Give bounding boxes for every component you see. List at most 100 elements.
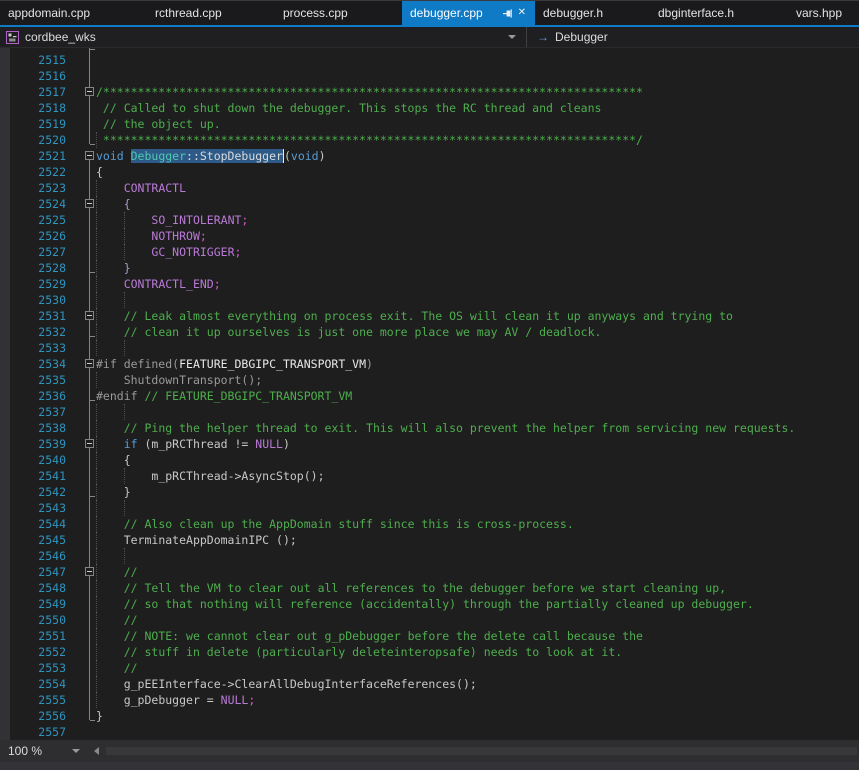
code-text[interactable]: #if defined(FEATURE_DBGIPC_TRANSPORT_VM) [96,356,373,372]
code-text[interactable]: // clean it up ourselves is just one mor… [96,324,601,340]
line-number[interactable]: 2547 [0,564,66,580]
code-text[interactable]: void Debugger::StopDebugger(void) [96,148,326,164]
code-text[interactable]: { [96,164,103,180]
fold-collapse-box[interactable] [85,567,94,576]
code-text[interactable] [96,292,131,308]
code-text[interactable]: SO_INTOLERANT; [96,212,248,228]
code-text[interactable]: // NOTE: we cannot clear out g_pDebugger… [96,628,643,644]
line-number[interactable]: 2552 [0,644,66,660]
line-number[interactable]: 2557 [0,724,66,740]
line-number[interactable]: 2541 [0,468,66,484]
line-number[interactable]: 2527 [0,244,66,260]
code-text[interactable]: if (m_pRCThread != NULL) [96,436,290,452]
fold-collapse-box[interactable] [85,199,94,208]
line-number[interactable]: 2542 [0,484,66,500]
code-text[interactable] [96,500,131,516]
code-text[interactable] [96,404,131,420]
code-text[interactable]: // [96,564,138,580]
code-text[interactable]: // Leak almost everything on process exi… [96,308,733,324]
line-number[interactable]: 2517 [0,84,66,100]
code-text[interactable]: GC_NOTRIGGER; [96,244,241,260]
line-number[interactable]: 2539 [0,436,66,452]
code-editor[interactable]: 251525162517 /***************************… [0,48,859,740]
tab-dbginterface-h[interactable]: dbginterface.h [650,1,788,25]
code-text[interactable]: // Also clean up the AppDomain stuff sin… [96,516,574,532]
code-text[interactable]: // [96,612,138,628]
code-text[interactable]: /***************************************… [96,84,643,100]
line-number[interactable]: 2546 [0,548,66,564]
line-number[interactable]: 2553 [0,660,66,676]
code-text[interactable]: // so that nothing will reference (accid… [96,596,754,612]
line-number[interactable]: 2515 [0,52,66,68]
horizontal-scrollbar[interactable] [88,740,859,762]
tab-debugger-cpp[interactable]: debugger.cpp ✕ [402,1,535,25]
code-text[interactable]: } [96,484,131,500]
code-text[interactable]: { [96,196,131,212]
line-number[interactable]: 2528 [0,260,66,276]
code-text[interactable] [96,548,131,564]
code-text[interactable]: CONTRACTL [96,180,186,196]
code-text[interactable]: // Ping the helper thread to exit. This … [96,420,795,436]
fold-collapse-box[interactable] [85,439,94,448]
line-number[interactable]: 2534 [0,356,66,372]
line-number[interactable]: 2532 [0,324,66,340]
pin-icon[interactable] [502,8,513,19]
line-number[interactable]: 2516 [0,68,66,84]
line-number[interactable]: 2550 [0,612,66,628]
line-number[interactable]: 2535 [0,372,66,388]
close-icon[interactable]: ✕ [518,8,526,18]
line-number[interactable]: 2531 [0,308,66,324]
project-dropdown[interactable]: cordbee_wks [0,27,527,47]
tab-vars-hpp[interactable]: vars.hpp [788,1,859,25]
fold-collapse-box[interactable] [85,359,94,368]
code-text[interactable]: ShutdownTransport(); [96,372,262,388]
code-text[interactable]: // [96,660,138,676]
scrollbar-thumb[interactable] [106,747,857,755]
code-text[interactable]: CONTRACTL_END; [96,276,221,292]
code-text[interactable]: ****************************************… [96,132,643,148]
line-number[interactable]: 2518 [0,100,66,116]
code-text[interactable]: m_pRCThread->AsyncStop(); [96,468,325,484]
code-text[interactable]: // Tell the VM to clear out all referenc… [96,580,726,596]
code-text[interactable]: // stuff in delete (particularly deletei… [96,644,622,660]
line-number[interactable]: 2549 [0,596,66,612]
line-number[interactable]: 2554 [0,676,66,692]
scope-dropdown[interactable]: → Debugger [527,27,859,47]
tab-debugger-h[interactable]: debugger.h [535,1,650,25]
code-text[interactable]: { [96,452,131,468]
line-number[interactable]: 2523 [0,180,66,196]
line-number[interactable]: 2526 [0,228,66,244]
line-number[interactable]: 2529 [0,276,66,292]
line-number[interactable]: 2556 [0,708,66,724]
line-number[interactable]: 2524 [0,196,66,212]
line-number[interactable]: 2545 [0,532,66,548]
code-text[interactable]: } [96,708,103,724]
line-number[interactable]: 2533 [0,340,66,356]
code-text[interactable]: // Called to shut down the debugger. Thi… [96,100,601,116]
line-number[interactable]: 2538 [0,420,66,436]
line-number[interactable]: 2540 [0,452,66,468]
code-text[interactable]: g_pEEInterface->ClearAllDebugInterfaceRe… [96,676,477,692]
code-text[interactable]: NOTHROW; [96,228,207,244]
line-number[interactable]: 2548 [0,580,66,596]
zoom-level-combo[interactable]: 100 % [0,740,88,762]
line-number[interactable]: 2520 [0,132,66,148]
fold-collapse-box[interactable] [85,151,94,160]
line-number[interactable]: 2521 [0,148,66,164]
line-number[interactable]: 2536 [0,388,66,404]
code-text[interactable]: g_pDebugger = NULL; [96,692,255,708]
tab-appdomain-cpp[interactable]: appdomain.cpp [0,1,147,25]
line-number[interactable]: 2522 [0,164,66,180]
line-number[interactable]: 2525 [0,212,66,228]
line-number[interactable]: 2555 [0,692,66,708]
tab-rcthread-cpp[interactable]: rcthread.cpp [147,1,275,25]
line-number[interactable]: 2530 [0,292,66,308]
line-number[interactable]: 2543 [0,500,66,516]
fold-collapse-box[interactable] [85,87,94,96]
tab-process-cpp[interactable]: process.cpp [275,1,402,25]
line-number[interactable]: 2551 [0,628,66,644]
scrollbar-left-arrow[interactable] [88,740,104,762]
line-number[interactable]: 2519 [0,116,66,132]
line-number[interactable]: 2537 [0,404,66,420]
code-text[interactable]: // the object up. [96,116,221,132]
